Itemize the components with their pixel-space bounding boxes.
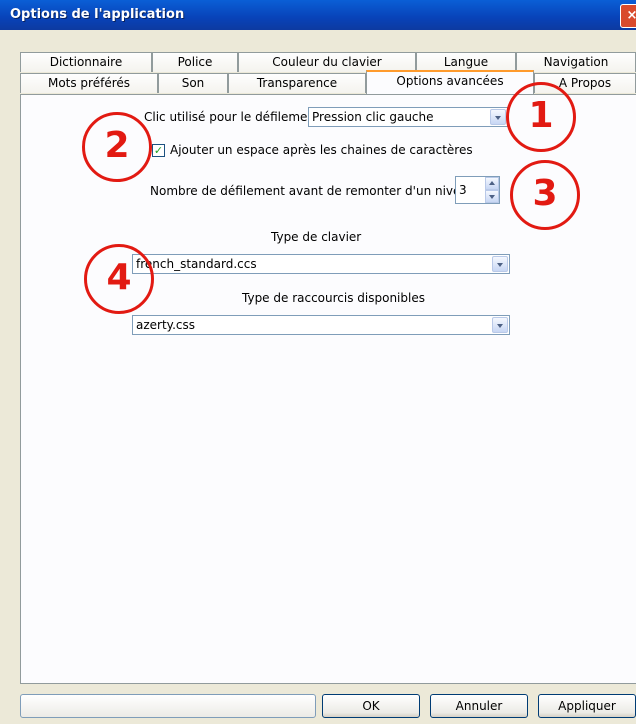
spin-down-icon[interactable]: [485, 190, 499, 203]
title-bar: Options de l'application ×: [0, 0, 636, 30]
shortcut-type-select[interactable]: azerty.css: [132, 315, 510, 335]
close-icon[interactable]: ×: [620, 4, 636, 28]
scroll-click-label: Clic utilisé pour le défilement: [144, 110, 320, 124]
scroll-click-value: Pression clic gauche: [312, 110, 434, 124]
options-dialog: Options de l'application × Dictionnaire …: [0, 0, 636, 724]
annotation-2: 2: [82, 112, 152, 182]
scroll-count-value: 3: [459, 183, 467, 197]
window-title: Options de l'application: [10, 7, 185, 22]
add-space-checkbox[interactable]: ✓: [152, 144, 165, 157]
scroll-count-spinner[interactable]: 3: [455, 176, 500, 204]
cancel-button[interactable]: Annuler: [430, 694, 528, 718]
chevron-down-icon[interactable]: [492, 256, 508, 272]
annotation-3: 3: [510, 160, 580, 230]
chevron-down-icon[interactable]: [490, 109, 506, 125]
annotation-4: 4: [84, 244, 154, 314]
tab-transparence[interactable]: Transparence: [228, 73, 366, 93]
keyboard-type-value: french_standard.ccs: [136, 257, 257, 271]
shortcut-type-value: azerty.css: [136, 318, 195, 332]
tab-navigation[interactable]: Navigation: [516, 52, 636, 72]
tab-options-avancees[interactable]: Options avancées: [366, 70, 534, 94]
ok-button[interactable]: OK: [322, 694, 420, 718]
scroll-click-select[interactable]: Pression clic gauche: [308, 107, 508, 127]
scroll-count-label: Nombre de défilement avant de remonter d…: [150, 184, 476, 198]
add-space-label: Ajouter un espace après les chaines de c…: [170, 143, 473, 157]
tab-langue[interactable]: Langue: [416, 52, 516, 72]
status-box: [20, 694, 316, 718]
annotation-1: 1: [506, 82, 576, 152]
tab-police[interactable]: Police: [152, 52, 238, 72]
tab-dictionnaire[interactable]: Dictionnaire: [20, 52, 152, 72]
tab-mots-preferes[interactable]: Mots préférés: [20, 73, 158, 93]
apply-button[interactable]: Appliquer: [538, 694, 636, 718]
chevron-down-icon[interactable]: [492, 317, 508, 333]
spin-up-icon[interactable]: [485, 177, 499, 190]
shortcut-type-label: Type de raccourcis disponibles: [242, 291, 425, 305]
keyboard-type-select[interactable]: french_standard.ccs: [132, 254, 510, 274]
tab-son[interactable]: Son: [158, 73, 228, 93]
keyboard-type-label: Type de clavier: [271, 230, 362, 244]
tab-couleur-du-clavier[interactable]: Couleur du clavier: [238, 52, 416, 72]
